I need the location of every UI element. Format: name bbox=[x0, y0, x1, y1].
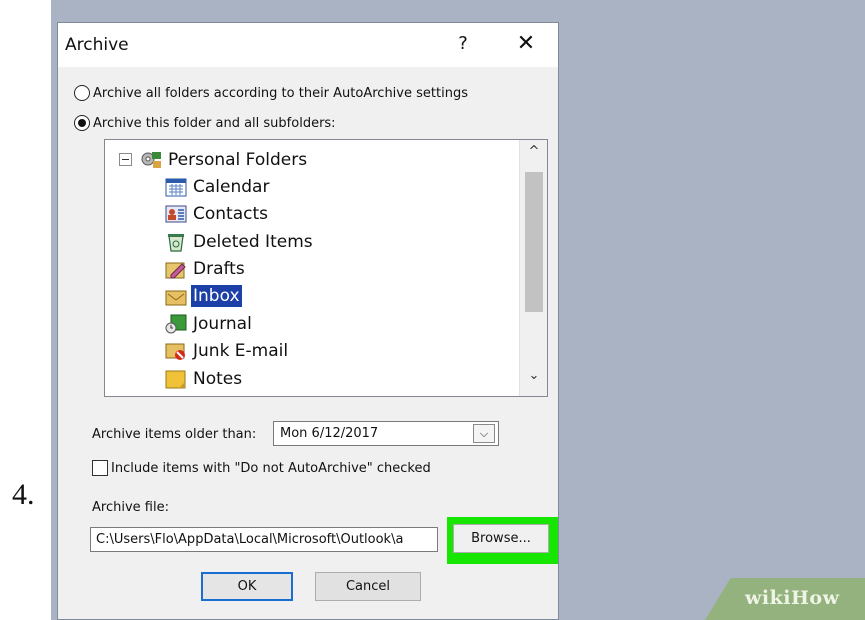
tree-label: Inbox bbox=[191, 284, 242, 307]
tree-item-personal-folders[interactable]: Personal Folders bbox=[119, 147, 309, 172]
tree-label: Journal bbox=[193, 313, 252, 334]
wikihow-watermark: wikiHow bbox=[745, 587, 840, 609]
archive-file-path-field[interactable]: C:\Users\Flo\AppData\Local\Microsoft\Out… bbox=[90, 527, 438, 552]
deleted-items-icon bbox=[165, 232, 187, 252]
personal-folders-icon bbox=[140, 150, 162, 170]
title-bar: Archive ? ✕ bbox=[58, 23, 558, 67]
chevron-down-icon[interactable]: ⌵ bbox=[473, 424, 495, 443]
tree-item-junk-email[interactable]: Junk E-mail bbox=[165, 338, 290, 363]
tree-item-calendar[interactable]: Calendar bbox=[165, 174, 271, 199]
archive-file-label: Archive file: bbox=[92, 500, 169, 515]
include-do-not-archive-option[interactable]: Include items with "Do not AutoArchive" … bbox=[92, 460, 431, 476]
archive-date-value: Mon 6/12/2017 bbox=[280, 426, 379, 441]
close-button[interactable]: ✕ bbox=[511, 31, 541, 57]
contacts-icon bbox=[165, 204, 187, 224]
step-number: 4. bbox=[12, 478, 35, 511]
archive-all-option[interactable]: Archive all folders according to their A… bbox=[74, 85, 468, 101]
tree-label: Junk E-mail bbox=[193, 340, 289, 361]
archive-all-radio[interactable] bbox=[74, 85, 90, 101]
archive-dialog: Archive ? ✕ Archive all folders accordin… bbox=[57, 22, 559, 620]
tree-item-deleted-items[interactable]: Deleted Items bbox=[165, 229, 315, 254]
tree-label: Personal Folders bbox=[168, 149, 308, 170]
tree-item-inbox[interactable]: Inbox bbox=[165, 283, 242, 308]
scroll-up-icon[interactable]: ^ bbox=[520, 144, 547, 170]
wikihow-logo: wikiHow bbox=[705, 578, 865, 620]
archive-folder-radio[interactable] bbox=[74, 115, 90, 131]
drafts-icon bbox=[165, 259, 187, 279]
tree-item-notes[interactable]: Notes bbox=[165, 366, 244, 391]
tree-item-drafts[interactable]: Drafts bbox=[165, 256, 247, 281]
calendar-icon bbox=[165, 177, 187, 197]
archive-folder-label: Archive this folder and all subfolders: bbox=[93, 115, 336, 131]
folder-tree[interactable]: Personal Folders Calendar Contacts Delet… bbox=[104, 139, 548, 397]
junk-email-icon bbox=[165, 341, 187, 361]
inbox-icon bbox=[165, 286, 187, 306]
notes-icon bbox=[165, 369, 187, 389]
collapse-icon[interactable] bbox=[119, 153, 132, 166]
scroll-down-icon[interactable]: ⌄ bbox=[520, 368, 547, 394]
archive-all-label: Archive all folders according to their A… bbox=[93, 85, 468, 101]
tree-label: Notes bbox=[193, 368, 243, 389]
tree-label: Deleted Items bbox=[193, 231, 313, 252]
browse-button[interactable]: Browse... bbox=[453, 524, 549, 553]
archive-folder-option[interactable]: Archive this folder and all subfolders: bbox=[74, 115, 336, 131]
include-do-not-archive-checkbox[interactable] bbox=[92, 460, 108, 476]
folder-tree-scrollbar[interactable]: ^ ⌄ bbox=[519, 140, 547, 396]
scroll-thumb[interactable] bbox=[525, 172, 543, 312]
ok-button[interactable]: OK bbox=[201, 572, 293, 601]
archive-older-label: Archive items older than: bbox=[92, 427, 257, 442]
tree-item-contacts[interactable]: Contacts bbox=[165, 201, 270, 226]
include-do-not-archive-label: Include items with "Do not AutoArchive" … bbox=[111, 460, 431, 476]
cancel-button[interactable]: Cancel bbox=[315, 572, 421, 601]
help-button[interactable]: ? bbox=[448, 33, 478, 57]
browse-highlight: Browse... bbox=[447, 517, 558, 564]
tree-label: Calendar bbox=[193, 176, 270, 197]
tree-item-journal[interactable]: Journal bbox=[165, 311, 254, 336]
journal-icon bbox=[165, 314, 187, 334]
dialog-title: Archive bbox=[65, 35, 129, 55]
tree-label: Drafts bbox=[193, 258, 245, 279]
archive-date-select[interactable]: Mon 6/12/2017 ⌵ bbox=[273, 421, 499, 446]
tree-label: Contacts bbox=[193, 203, 268, 224]
